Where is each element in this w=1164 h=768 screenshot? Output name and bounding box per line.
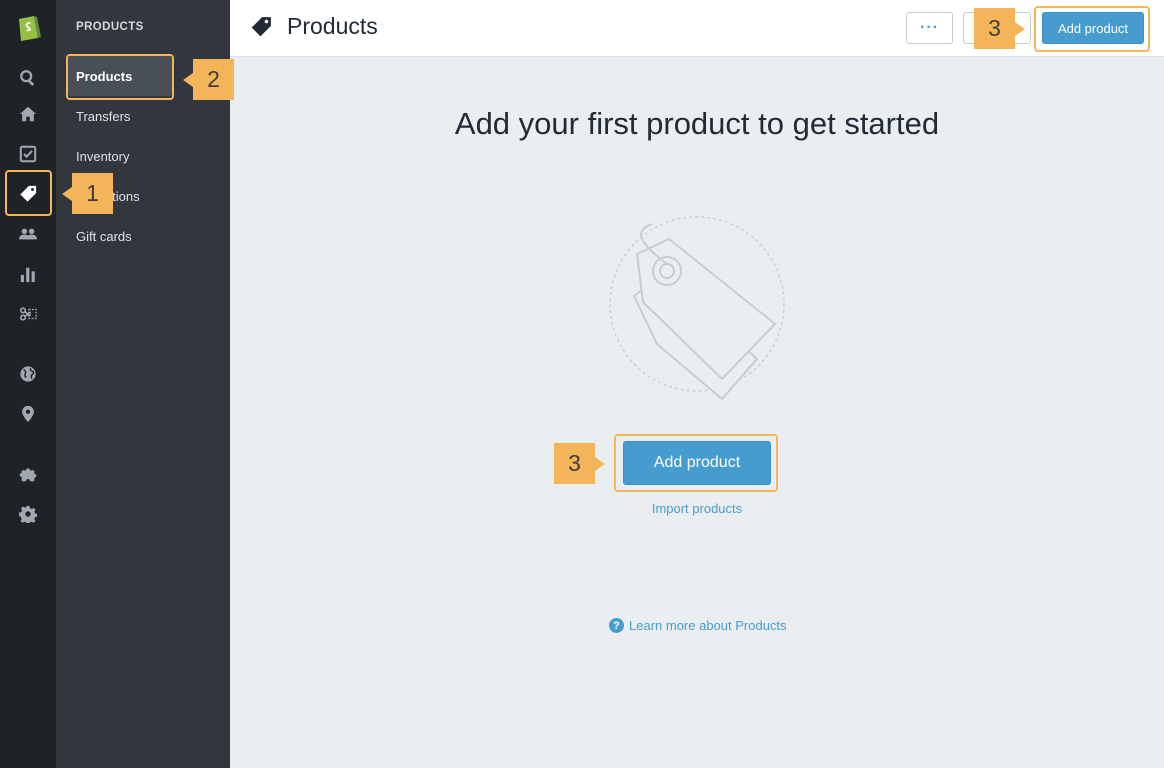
import-products-link[interactable]: Import products	[230, 501, 1164, 516]
subnav-item-products[interactable]: Products	[68, 56, 172, 96]
more-actions-button[interactable]: ···	[906, 12, 953, 44]
callout-step-3-header: 3	[974, 8, 1025, 49]
tag-icon[interactable]	[0, 174, 56, 214]
page-title: Products	[287, 13, 378, 39]
products-subnav: PRODUCTS Products Transfers Inventory Co…	[56, 0, 230, 768]
icon-rail	[0, 0, 56, 768]
learn-more-label: Learn more about Products	[629, 618, 787, 633]
globe-icon[interactable]	[0, 354, 56, 394]
reports-icon[interactable]	[0, 254, 56, 294]
tag-icon	[251, 17, 271, 37]
learn-more-link[interactable]: ? Learn more about Products	[609, 618, 787, 633]
puzzle-icon[interactable]	[0, 454, 56, 494]
callout-step-1: 1	[62, 173, 113, 214]
location-pin-icon[interactable]	[0, 394, 56, 434]
gear-icon[interactable]	[0, 494, 56, 534]
shopify-logo-icon[interactable]	[0, 6, 56, 46]
empty-state-title: Add your first product to get started	[454, 106, 940, 141]
discounts-icon[interactable]	[0, 294, 56, 334]
subnav-heading: PRODUCTS	[76, 21, 144, 33]
callout-step-2: 2	[183, 59, 234, 100]
product-tags-illustration	[609, 216, 785, 401]
home-icon[interactable]	[0, 94, 56, 134]
subnav-item-inventory[interactable]: Inventory	[68, 136, 172, 176]
orders-icon[interactable]	[0, 134, 56, 174]
subnav-item-gift-cards[interactable]: Gift cards	[68, 216, 172, 256]
customers-icon[interactable]	[0, 214, 56, 254]
callout-step-3-main: 3	[554, 443, 605, 484]
add-product-header-button[interactable]: Add product	[1042, 12, 1144, 44]
subnav-item-transfers[interactable]: Transfers	[68, 96, 172, 136]
search-icon[interactable]	[0, 58, 56, 98]
add-product-button[interactable]: Add product	[623, 441, 771, 485]
help-icon: ?	[609, 618, 624, 633]
